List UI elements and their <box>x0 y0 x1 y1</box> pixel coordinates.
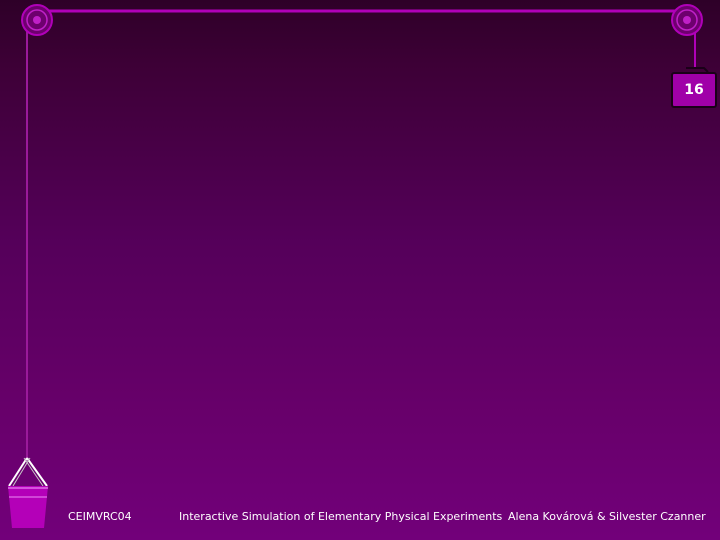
bucket-icon <box>8 457 48 528</box>
footer-presentation-title: Interactive Simulation of Elementary Phy… <box>179 510 503 523</box>
page-number: 16 <box>684 82 704 98</box>
footer-conference-label: CEIMVRC04 <box>68 510 132 523</box>
pulley-apparatus <box>8 4 709 528</box>
weight-icon[interactable]: 16 <box>671 72 717 108</box>
footer-authors: Alena Kovárová & Silvester Czanner <box>508 510 706 523</box>
pulley-right-icon <box>671 4 703 36</box>
slide: 16 CEIMVRC04 Interactive Simulation of E… <box>0 0 720 540</box>
pulley-left-icon <box>21 4 53 36</box>
